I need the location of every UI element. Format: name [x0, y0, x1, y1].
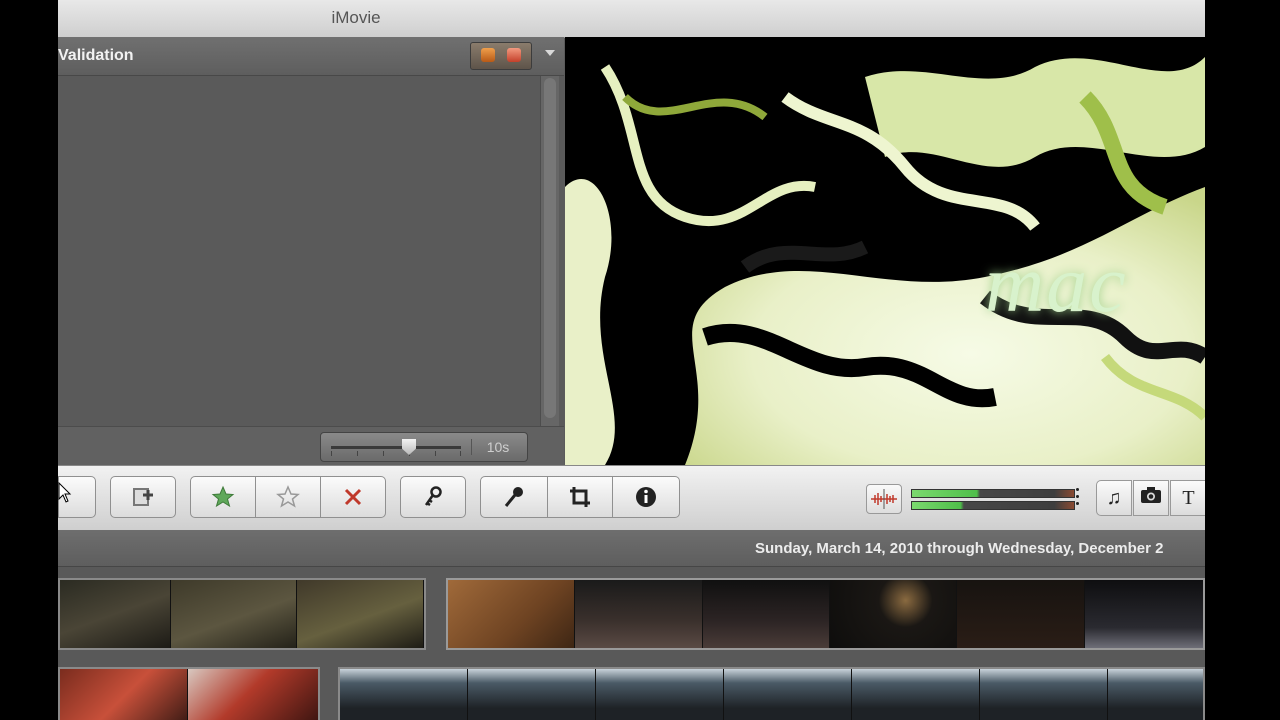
camera-icon [1140, 486, 1162, 510]
clip-frame [1108, 669, 1203, 720]
project-storyboard[interactable] [58, 76, 538, 426]
audio-level-meter [911, 488, 1081, 510]
clip-frame [448, 580, 576, 648]
preview-viewer[interactable]: mac [565, 37, 1205, 465]
zoom-slider-knob[interactable] [402, 439, 416, 455]
reject-button[interactable] [320, 476, 386, 518]
clip-zoom-slider[interactable]: 10s [320, 432, 528, 462]
star-filled-icon [211, 485, 235, 509]
clip-frame [829, 580, 958, 648]
clip-frame [170, 580, 298, 648]
photos-browser-button[interactable] [1133, 480, 1169, 516]
clip-frame [60, 580, 171, 648]
chevron-down-icon[interactable] [545, 50, 555, 56]
imovie-window: iMovie Validation 10s mac ♫ T Sunday, Ma… [58, 0, 1205, 720]
microphone-icon [502, 485, 526, 509]
add-to-project-button[interactable] [110, 476, 176, 518]
filmstrip-add-icon [129, 485, 157, 509]
event-header: Sunday, March 14, 2010 through Wednesday… [58, 530, 1205, 567]
clip-frame [852, 669, 980, 720]
clip-frame [1084, 580, 1203, 648]
project-thumbnail-icon[interactable] [481, 48, 495, 62]
music-note-icon: ♫ [1106, 486, 1122, 509]
waveform-icon [867, 489, 901, 517]
project-header: Validation [58, 37, 564, 76]
meter-dots [1076, 488, 1080, 510]
title-text-icon: T [1182, 486, 1195, 509]
mouse-cursor-icon [58, 482, 72, 503]
keyword-button[interactable] [400, 476, 466, 518]
clip-frame [188, 669, 318, 720]
key-icon [421, 485, 445, 509]
project-view-buttons[interactable] [470, 42, 532, 70]
unmark-button[interactable] [255, 476, 321, 518]
clip-frame [468, 669, 596, 720]
crop-button[interactable] [547, 476, 613, 518]
titles-browser-button[interactable]: T [1170, 480, 1205, 516]
crop-icon [568, 485, 592, 509]
star-outline-icon [276, 485, 300, 509]
inspector-button[interactable] [612, 476, 680, 518]
clip-frame [980, 669, 1108, 720]
mark-favorite-button[interactable] [190, 476, 256, 518]
clip-frame [702, 580, 830, 648]
project-scrollbar[interactable] [540, 76, 559, 426]
clip-frame [340, 669, 468, 720]
music-browser-button[interactable]: ♫ [1096, 480, 1132, 516]
window-title: iMovie [331, 8, 381, 27]
clip-frame [596, 669, 724, 720]
clip-frame [60, 669, 188, 720]
clip-frame [575, 580, 703, 648]
clip-frame [957, 580, 1085, 648]
clip-filmstrip[interactable] [58, 667, 320, 720]
info-icon [634, 485, 658, 509]
x-icon [343, 487, 363, 507]
project-pane: Validation 10s [58, 37, 564, 466]
project-footer: 10s [58, 426, 564, 466]
voiceover-button[interactable] [480, 476, 548, 518]
project-share-icon[interactable] [507, 48, 521, 62]
main-toolbar: ♫ T [58, 465, 1205, 531]
audio-meter-right [911, 501, 1075, 510]
clip-frame [724, 669, 852, 720]
audio-meter-left [911, 489, 1075, 498]
clip-filmstrip[interactable] [338, 667, 1205, 720]
project-title: Validation [58, 47, 134, 64]
viewer-overlay-title: mac [985, 238, 1128, 329]
zoom-duration-label: 10s [471, 439, 524, 455]
clip-frame [297, 580, 424, 648]
event-date-range: Sunday, March 14, 2010 through Wednesday… [755, 540, 1164, 557]
title-bar: iMovie [58, 0, 1205, 38]
event-browser[interactable] [58, 567, 1205, 720]
clip-filmstrip[interactable] [446, 578, 1205, 650]
zoom-track[interactable] [331, 446, 461, 456]
scrollbar-thumb[interactable] [544, 78, 556, 418]
clip-filmstrip[interactable] [58, 578, 426, 650]
audio-skimming-button[interactable] [866, 484, 902, 514]
